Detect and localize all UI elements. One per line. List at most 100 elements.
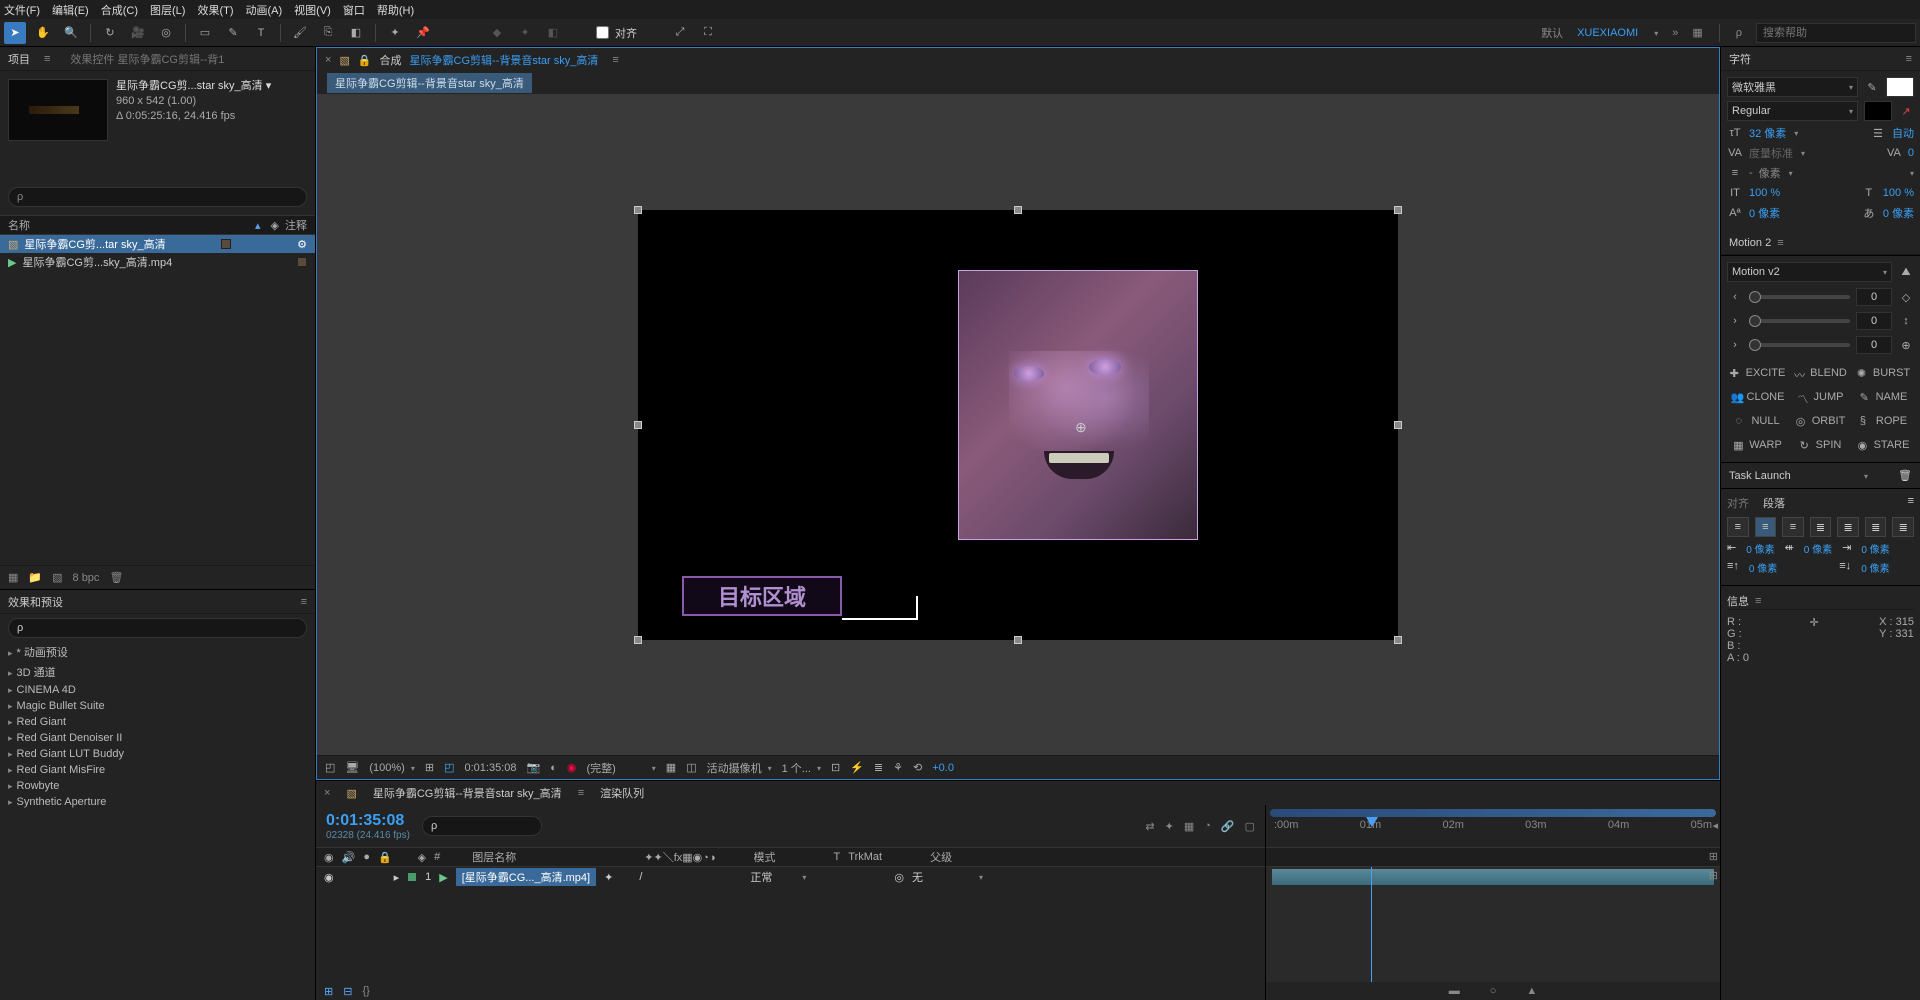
tl-icon[interactable]: ▢ (1245, 820, 1255, 833)
motion-slider-3[interactable] (1749, 343, 1850, 347)
justify-center-button[interactable]: ≣ (1837, 517, 1859, 537)
tl-icon[interactable]: ▦ (1184, 820, 1194, 833)
tab-project[interactable]: 项目 (8, 51, 30, 67)
layer-name[interactable]: [星际争霸CG..._高清.mp4] (456, 868, 596, 886)
menu-effect[interactable]: 效果(T) (197, 2, 233, 17)
selection-tool[interactable]: ➤ (4, 22, 26, 44)
magnification-icon[interactable]: ◰ (325, 761, 335, 774)
new-folder-icon[interactable]: 📁 (28, 571, 42, 584)
fx-category[interactable]: * 动画预设 (0, 642, 315, 662)
orbit-tool[interactable]: ↻ (99, 22, 121, 44)
viewer-time[interactable]: 0:01:35:08 (464, 762, 516, 774)
zoom-tool[interactable]: 🔍 (60, 22, 82, 44)
selection-handle[interactable] (1014, 636, 1022, 644)
tl-icon[interactable]: ◔ (1204, 820, 1211, 833)
selection-handle[interactable] (634, 636, 642, 644)
menu-file[interactable]: 文件(F) (4, 2, 40, 17)
roto-tool[interactable]: ✦ (384, 22, 406, 44)
kerning-value[interactable]: 度量标准 (1749, 145, 1793, 161)
menu-edit[interactable]: 编辑(E) (52, 2, 89, 17)
indent-left[interactable]: 0 像素 (1746, 541, 1774, 556)
eye-col-icon[interactable]: ◉ (324, 851, 334, 864)
selection-handle[interactable] (1394, 206, 1402, 214)
comp-breadcrumb[interactable]: 星际争霸CG剪辑--背景音star sky_高清 (327, 73, 532, 93)
trash-icon[interactable]: 🗑 (1898, 469, 1912, 482)
snap-option-1[interactable]: ⤢ (669, 22, 691, 44)
col-name[interactable]: 名称 (8, 217, 30, 233)
roi-icon[interactable]: ◰ (444, 761, 454, 774)
align-left-button[interactable]: ≡ (1727, 517, 1749, 537)
motion-slider-1[interactable] (1749, 295, 1850, 299)
motion-value-2[interactable]: 0 (1856, 312, 1892, 330)
justify-left-button[interactable]: ≣ (1810, 517, 1832, 537)
anchor-point-icon[interactable]: ⊕ (1898, 337, 1914, 353)
anchor-tool-icon[interactable]: ◇ (1898, 289, 1914, 305)
tab-effect-controls[interactable]: 效果控件 星际争霸CG剪辑--背1 (70, 51, 224, 67)
font-size-value[interactable]: 32 像素 (1749, 125, 1786, 141)
color-mgmt-icon[interactable]: ◉ (567, 761, 577, 774)
resolution-icon[interactable]: ⊞ (425, 761, 434, 774)
workspace-menu-icon[interactable] (1652, 27, 1658, 39)
tl-icon[interactable]: 🔗 (1221, 820, 1235, 833)
selection-handle[interactable] (1394, 636, 1402, 644)
timeline-layer-row[interactable]: ◉ ▸ 1 ▶ [星际争霸CG..._高清.mp4] ✦ / 正常 ◎ 无 (316, 867, 1265, 887)
reset-exposure-icon[interactable]: ⟲ (913, 761, 922, 774)
panel-menu-icon[interactable]: ≡ (1906, 53, 1912, 65)
panel-menu-icon[interactable]: ≡ (1908, 495, 1914, 511)
motion-slider-2[interactable] (1749, 319, 1850, 323)
toggle-brackets-icon[interactable]: {} (362, 985, 369, 997)
tab-align[interactable]: 对齐 (1727, 495, 1749, 511)
pickwhip-icon[interactable]: ◎ (894, 871, 904, 884)
align-center-button[interactable]: ≡ (1755, 517, 1777, 537)
workspace-default[interactable]: 默认 (1541, 25, 1563, 41)
link-icon[interactable]: ↕ (1898, 313, 1914, 329)
fx-category[interactable]: Synthetic Aperture (0, 794, 315, 810)
anchor-left-icon[interactable]: ‹ (1727, 289, 1743, 305)
fx-category[interactable]: 3D 通道 (0, 662, 315, 682)
graph-icon[interactable]: ⊞ (1709, 869, 1718, 882)
toggle-switches-icon[interactable]: ⊞ (324, 985, 333, 998)
snap-checkbox[interactable] (596, 26, 609, 39)
motion-excite-button[interactable]: ✚EXCITE (1727, 362, 1788, 384)
chevrons-icon[interactable]: » (1672, 27, 1678, 39)
effects-search-input[interactable]: ρ (8, 618, 307, 638)
eyedropper-icon[interactable]: ✎ (1864, 79, 1880, 95)
menu-animation[interactable]: 动画(A) (246, 2, 283, 17)
fx-category[interactable]: Red Giant LUT Buddy (0, 746, 315, 762)
comp-tab-name[interactable]: 星际争霸CG剪辑--背景音star sky_高清 (410, 52, 599, 68)
timeline-track-area[interactable]: ⊞ (1266, 867, 1720, 982)
audio-col-icon[interactable]: 🔊 (342, 851, 356, 864)
puppet-tool[interactable]: 📌 (412, 22, 434, 44)
indent-first[interactable]: 0 像素 (1804, 541, 1832, 556)
motion-orbit-button[interactable]: ◎ORBIT (1790, 410, 1851, 432)
snap-option-2[interactable]: ⛶ (697, 22, 719, 44)
motion-graph-icon[interactable]: ⛰ (1898, 264, 1914, 280)
menu-view[interactable]: 视图(V) (294, 2, 331, 17)
help-search-input[interactable] (1756, 23, 1916, 43)
col-label-icon[interactable]: ◈ (271, 219, 279, 232)
leading-value[interactable]: 自动 (1892, 125, 1914, 141)
comp-marker-icon[interactable]: ◂ (1712, 819, 1718, 832)
clone-tool[interactable]: ⎘ (317, 22, 339, 44)
label-col-icon[interactable]: ◈ (418, 851, 426, 864)
swap-colors-icon[interactable]: ↗ (1898, 103, 1914, 119)
composition-viewer[interactable]: ⊕ 目标区域 (317, 94, 1719, 755)
camera-dropdown[interactable]: 活动摄像机 (707, 760, 772, 776)
motion-value-1[interactable]: 0 (1856, 288, 1892, 306)
justify-all-button[interactable]: ≣ (1892, 517, 1914, 537)
anchor-right-icon[interactable]: › (1727, 313, 1743, 329)
mask-icon[interactable]: ◫ (686, 761, 696, 774)
transparency-icon[interactable]: ▦ (666, 761, 676, 774)
zoom-out-icon[interactable]: ▬ (1449, 985, 1460, 997)
menu-help[interactable]: 帮助(H) (377, 2, 414, 17)
fx-category[interactable]: Red Giant Denoiser II (0, 730, 315, 746)
menu-layer[interactable]: 图层(L) (150, 2, 185, 17)
vscale-value[interactable]: 100 % (1749, 187, 1780, 199)
indent-right[interactable]: 0 像素 (1861, 541, 1889, 556)
font-family-dropdown[interactable]: 微软雅黑 (1727, 77, 1858, 97)
font-style-dropdown[interactable]: Regular (1727, 101, 1858, 121)
flowchart-icon[interactable]: ⚘ (893, 761, 903, 774)
toggle-modes-icon[interactable]: ⊟ (343, 985, 352, 998)
pen-tool[interactable]: ✎ (222, 22, 244, 44)
solo-col-icon[interactable]: ● (363, 851, 370, 863)
